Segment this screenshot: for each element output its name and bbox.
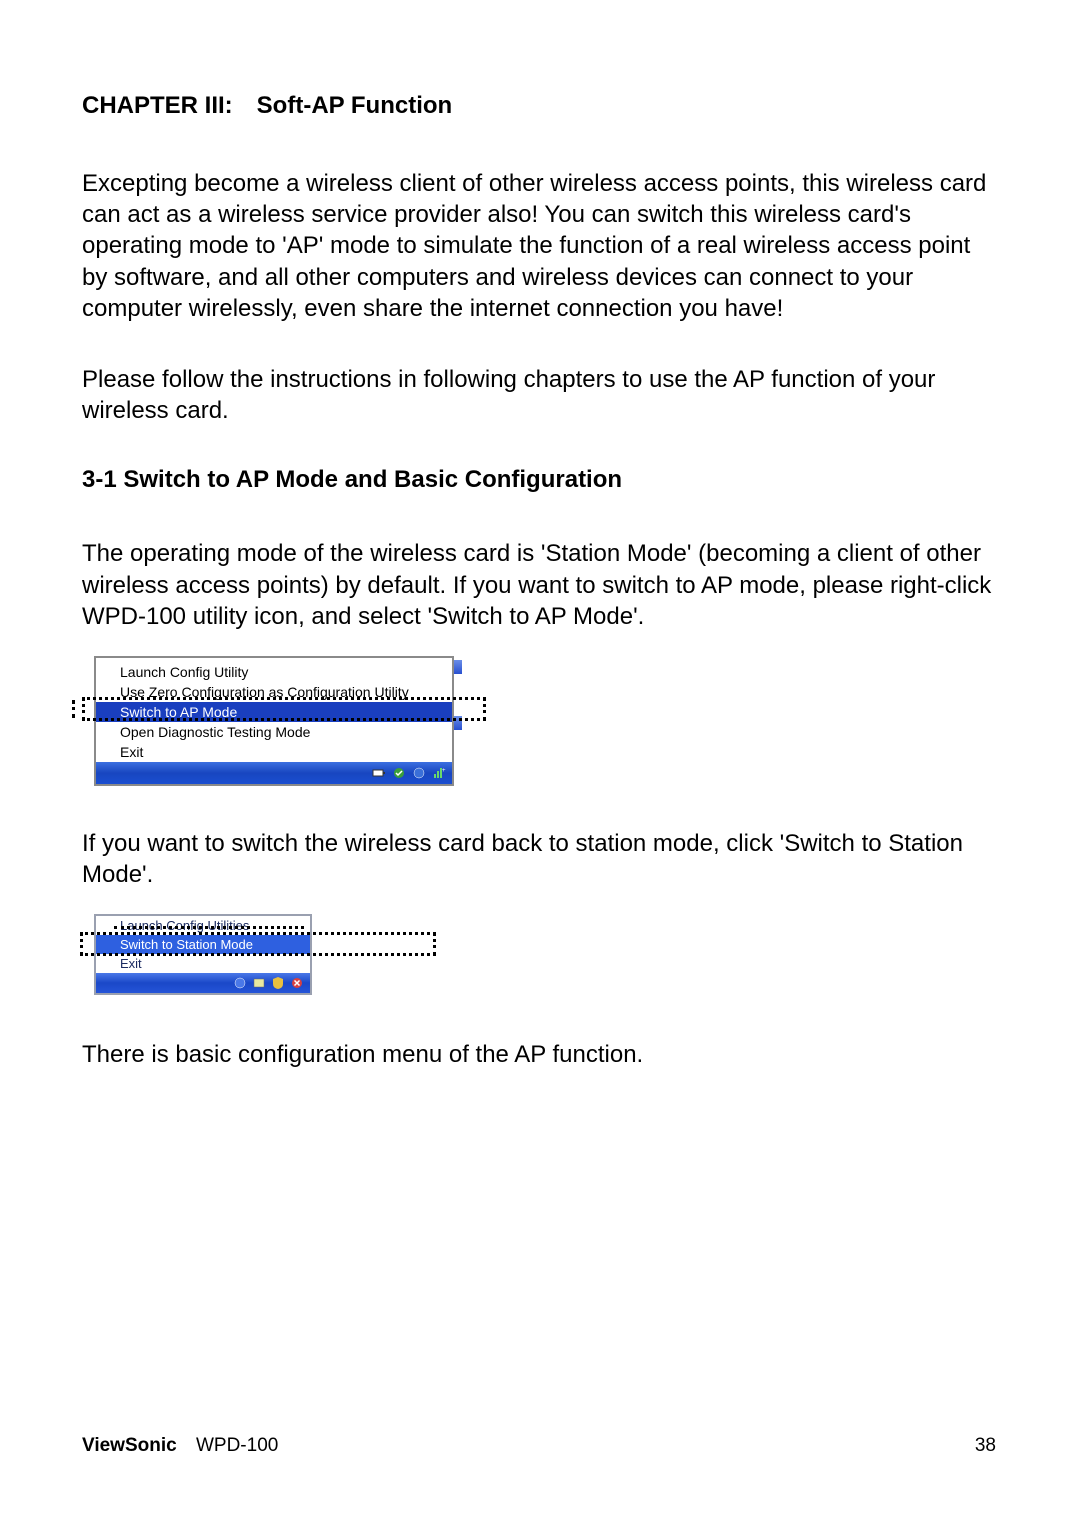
menu-item-exit[interactable]: Exit (96, 742, 452, 762)
paragraph-4: If you want to switch the wireless card … (82, 828, 1000, 890)
tray-volume-icon (412, 766, 426, 780)
taskbar: + (96, 762, 452, 784)
menu-item-exit-2[interactable]: Exit (96, 954, 310, 973)
paragraph-5: There is basic configuration menu of the… (82, 1039, 1000, 1070)
menu-item-launch-config-utility[interactable]: Launch Config Utility (96, 662, 452, 682)
submenu-indicator (454, 660, 462, 674)
tray-icon-1 (233, 976, 247, 990)
callout-box (80, 932, 436, 956)
menu-item-open-diagnostic[interactable]: Open Diagnostic Testing Mode (96, 722, 452, 742)
context-menu-screenshot-1: Launch Config Utility Use Zero Configura… (82, 656, 484, 786)
footer-model: WPD-100 (196, 1435, 278, 1456)
context-menu-1: Launch Config Utility Use Zero Configura… (94, 656, 454, 786)
svg-text:+: + (442, 768, 446, 774)
page-footer: ViewSonic WPD-100 38 (82, 1435, 996, 1457)
page-number: 38 (975, 1435, 996, 1457)
paragraph-2: Please follow the instructions in follow… (82, 364, 1000, 426)
tray-battery-icon (372, 766, 386, 780)
footer-brand: ViewSonic (82, 1435, 177, 1456)
taskbar (96, 973, 310, 993)
tray-icon-2 (252, 976, 266, 990)
callout-connector (114, 926, 304, 929)
paragraph-3: The operating mode of the wireless card … (82, 538, 1000, 632)
tray-close-icon (290, 976, 304, 990)
context-menu-screenshot-2: Launch Config Utilities Switch to Statio… (82, 914, 438, 995)
chapter-title: CHAPTER III: Soft-AP Function (82, 92, 1000, 120)
callout-box (82, 697, 486, 721)
section-title: 3-1 Switch to AP Mode and Basic Configur… (82, 466, 1000, 494)
tray-shield-icon (271, 976, 285, 990)
paragraph-1: Excepting become a wireless client of ot… (82, 168, 1000, 324)
callout-connector (72, 700, 75, 718)
tray-wireless-icon: + (432, 766, 446, 780)
tray-network-icon (392, 766, 406, 780)
